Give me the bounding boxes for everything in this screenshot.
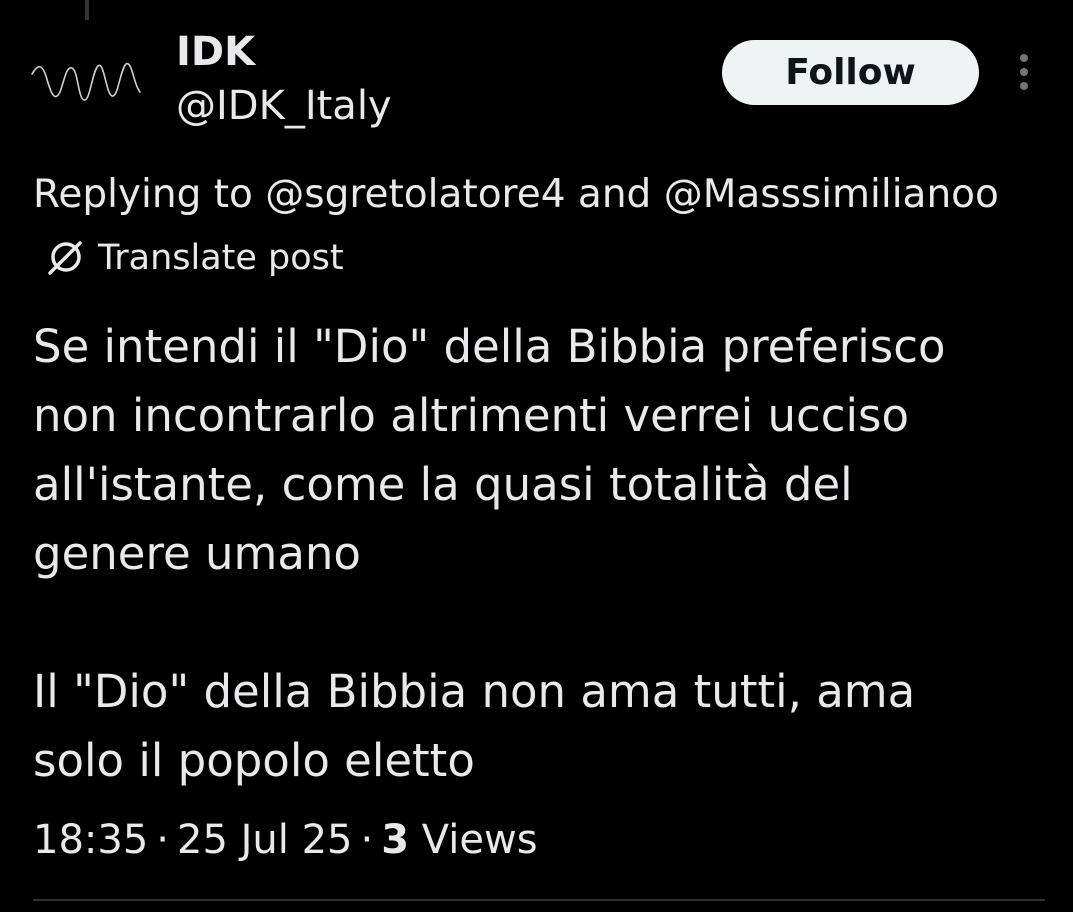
- views-label: Views: [421, 817, 538, 863]
- meta-separator: ·: [156, 817, 169, 863]
- waveform-avatar-icon: [31, 63, 141, 101]
- more-vertical-icon-dot-2: [1020, 68, 1028, 76]
- author-handle[interactable]: @IDK_Italy: [176, 82, 392, 130]
- follow-button[interactable]: Follow: [722, 40, 979, 105]
- post-date[interactable]: 25 Jul 25: [177, 817, 353, 863]
- translate-globe-icon: [48, 241, 82, 275]
- translate-post-label: Translate post: [98, 238, 344, 278]
- replying-to-text[interactable]: Replying to @sgretolatore4 and @Masssimi…: [33, 170, 999, 220]
- views[interactable]: 3 Views: [381, 817, 537, 863]
- post-text: Se intendi il "Dio" della Bibbia preferi…: [33, 320, 946, 787]
- divider: [33, 899, 1045, 901]
- avatar[interactable]: [30, 42, 142, 122]
- post-time[interactable]: 18:35: [33, 817, 148, 863]
- more-vertical-icon-dot-1: [1020, 54, 1028, 62]
- post-meta: 18:35 · 25 Jul 25 · 3 Views: [33, 812, 538, 868]
- more-vertical-icon-dot-3: [1020, 82, 1028, 90]
- author-display-name[interactable]: IDK: [176, 28, 255, 76]
- translate-post-link[interactable]: Translate post: [44, 237, 344, 279]
- meta-separator: ·: [360, 817, 374, 863]
- more-options-button[interactable]: [1006, 50, 1042, 94]
- views-count: 3: [381, 817, 410, 863]
- thread-connector-line: [85, 0, 89, 20]
